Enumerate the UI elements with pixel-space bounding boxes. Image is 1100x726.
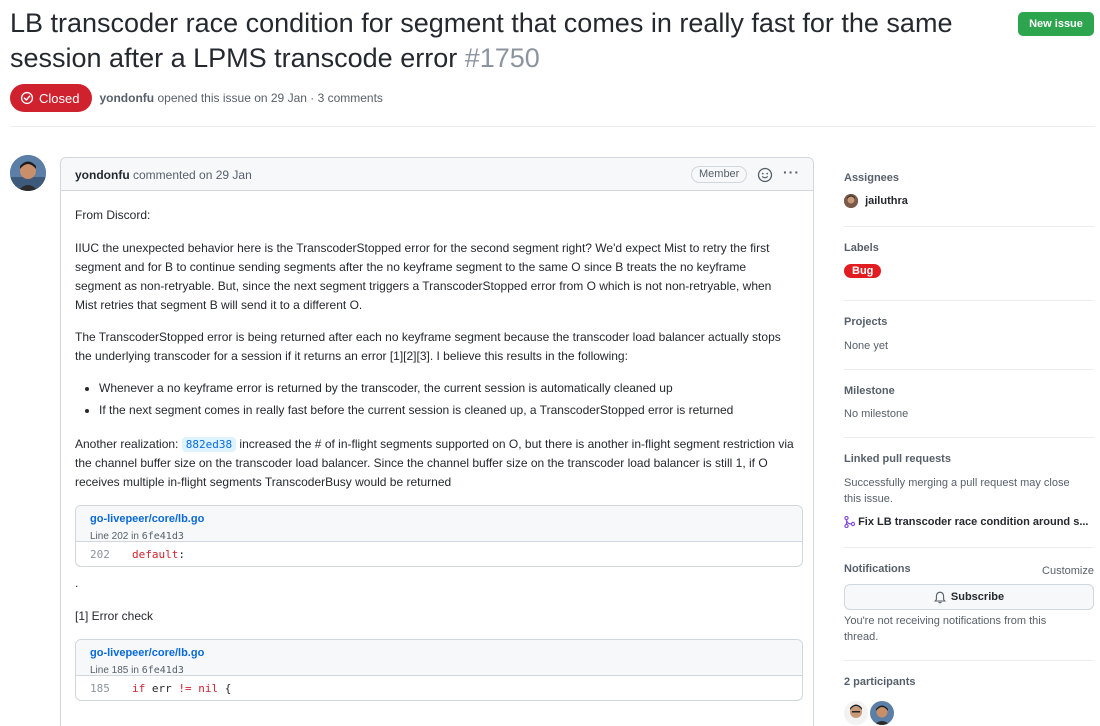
pull-request-merged-icon xyxy=(844,516,856,529)
sidebar-divider xyxy=(844,369,1094,370)
header-divider xyxy=(10,126,1095,127)
sidebar-divider xyxy=(844,437,1094,438)
issue-title: LB transcoder race condition for segment… xyxy=(10,6,1000,76)
issue-opened-text: yondonfu opened this issue on 29 Jan · 3… xyxy=(99,91,382,105)
milestone-value: No milestone xyxy=(844,408,909,420)
notification-description: You're not receiving notifications from … xyxy=(844,615,1047,643)
avatar[interactable] xyxy=(10,155,46,191)
snippet-file-link[interactable]: go-livepeer/core/lb.go xyxy=(90,647,788,660)
customize-link[interactable]: Customize xyxy=(844,563,1094,579)
snippet-code-line: 185 if err != nil { xyxy=(76,676,802,700)
sidebar-divider xyxy=(844,660,1094,661)
comment-author[interactable]: yondonfu xyxy=(75,168,130,182)
labels-list: Bug xyxy=(844,264,1094,278)
opened-info: opened this issue on 29 Jan · 3 comments xyxy=(157,91,383,105)
line-number[interactable]: 185 xyxy=(76,679,132,698)
comment-box: yondonfu commented on 29 Jan Member ··· … xyxy=(60,157,814,726)
paragraph-text: Another realization: xyxy=(75,437,182,451)
bell-icon xyxy=(934,591,946,603)
code-ident: err xyxy=(145,681,179,695)
projects-value: None yet xyxy=(844,340,889,352)
comment-header: yondonfu commented on 29 Jan Member ··· xyxy=(61,158,813,191)
linked-pr-title: Fix LB transcoder race condition around … xyxy=(858,516,1089,528)
code-operator: != xyxy=(178,681,192,695)
snippet-line-label: Line 202 in xyxy=(90,531,142,542)
code-keyword: if xyxy=(132,681,146,695)
status-badge: Closed xyxy=(10,84,93,112)
line-number[interactable]: 202 xyxy=(76,545,132,564)
subscribe-button[interactable]: Subscribe xyxy=(844,584,1094,610)
new-issue-button[interactable]: New issue xyxy=(1018,12,1094,36)
assignee-name: jailuthra xyxy=(865,194,908,207)
sidebar-divider xyxy=(844,226,1094,227)
participant-avatar[interactable] xyxy=(844,701,868,725)
assignees-heading[interactable]: Assignees xyxy=(844,172,1094,184)
sidebar-divider xyxy=(844,547,1094,548)
code-keyword: nil xyxy=(191,681,219,695)
snippet-header: go-livepeer/core/lb.go Line 202 in 6fe41… xyxy=(76,506,802,542)
comment-paragraph: . xyxy=(75,576,79,590)
labels-heading[interactable]: Labels xyxy=(844,242,1094,254)
comment-paragraph: IIUC the unexpected behavior here is the… xyxy=(75,241,772,312)
snippet-line-info: Line 185 in 6fe41d3 xyxy=(90,665,184,676)
comment-bullet-list: Whenever a no keyframe error is returned… xyxy=(99,379,799,423)
sidebar-divider xyxy=(844,300,1094,301)
avatar-image xyxy=(10,155,46,191)
list-item: Whenever a no keyframe error is returned… xyxy=(99,379,799,398)
comment-paragraph: The TranscoderStopped error is being ret… xyxy=(75,330,781,363)
comment-meta: yondonfu commented on 29 Jan xyxy=(75,168,252,182)
issue-author-link[interactable]: yondonfu xyxy=(99,91,154,105)
subscribe-label: Subscribe xyxy=(950,591,1005,603)
assignee-item[interactable]: jailuthra xyxy=(844,194,1094,208)
comment-date[interactable]: commented on 29 Jan xyxy=(133,168,252,182)
issue-closed-icon xyxy=(20,91,34,105)
comment-paragraph: [1] Error check xyxy=(75,609,154,623)
member-badge: Member xyxy=(691,166,748,183)
milestone-heading[interactable]: Milestone xyxy=(844,385,1094,397)
linked-pr-heading[interactable]: Linked pull requests xyxy=(844,453,1094,465)
snippet-code-line: 202 default: xyxy=(76,542,802,566)
snippet-line-label: Line 185 in xyxy=(90,665,142,676)
snippet-commit[interactable]: 6fe41d3 xyxy=(142,665,184,676)
participants-heading: 2 participants xyxy=(844,676,916,688)
snippet-line-info: Line 202 in 6fe41d3 xyxy=(90,531,184,542)
label-bug[interactable]: Bug xyxy=(844,264,882,278)
code-keyword: default xyxy=(132,547,179,561)
snippet-header: go-livepeer/core/lb.go Line 185 in 6fe41… xyxy=(76,640,802,676)
projects-heading[interactable]: Projects xyxy=(844,316,1094,328)
status-label: Closed xyxy=(39,90,80,106)
assignee-avatar xyxy=(844,194,858,208)
code-snippet: go-livepeer/core/lb.go Line 202 in 6fe41… xyxy=(75,505,803,567)
code-punct: { xyxy=(218,681,232,695)
linked-pr-item[interactable]: Fix LB transcoder race condition around … xyxy=(844,516,1094,529)
code-punct: : xyxy=(178,547,185,561)
participant-avatar[interactable] xyxy=(870,701,894,725)
comment-paragraph: From Discord: xyxy=(75,208,151,222)
comment-paragraph: Another realization: 882ed38 increased t… xyxy=(75,435,795,492)
code-text: if err != nil { xyxy=(132,679,231,698)
more-options-icon[interactable]: ··· xyxy=(783,164,800,180)
list-item: If the next segment comes in really fast… xyxy=(99,401,799,420)
issue-number: #1750 xyxy=(464,43,540,73)
code-snippet: go-livepeer/core/lb.go Line 185 in 6fe41… xyxy=(75,639,803,701)
linked-pr-description: Successfully merging a pull request may … xyxy=(844,477,1070,505)
snippet-file-link[interactable]: go-livepeer/core/lb.go xyxy=(90,513,788,526)
add-reaction-icon[interactable] xyxy=(757,167,773,183)
code-text: default: xyxy=(132,545,185,564)
commit-link[interactable]: 882ed38 xyxy=(181,437,237,452)
snippet-commit[interactable]: 6fe41d3 xyxy=(142,531,184,542)
issue-meta: Closed yondonfu opened this issue on 29 … xyxy=(10,84,383,112)
